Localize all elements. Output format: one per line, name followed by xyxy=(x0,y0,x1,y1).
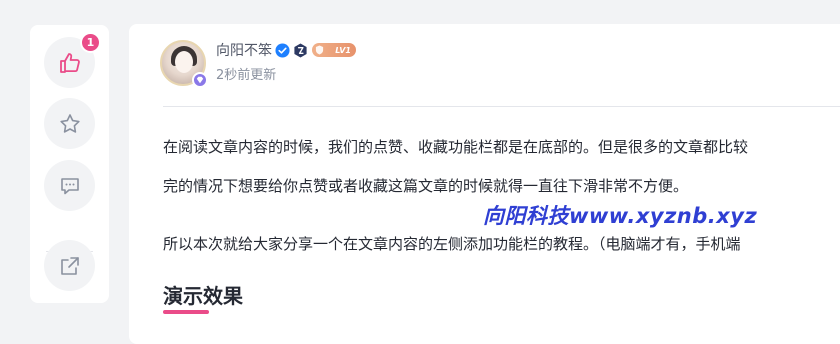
avatar-face xyxy=(175,51,193,73)
like-count-badge: 1 xyxy=(80,32,101,53)
update-time: 2秒前更新 xyxy=(216,68,277,83)
gem-icon xyxy=(192,72,208,88)
verified-icon xyxy=(275,42,290,58)
level-shield-icon xyxy=(315,45,324,55)
share-button[interactable] xyxy=(44,240,95,291)
author-row: 向阳不笨 LV1 xyxy=(216,39,356,61)
like-button[interactable]: 1 xyxy=(44,32,101,88)
heading-underline xyxy=(163,310,209,314)
article-paragraph: 在阅读文章内容的时候，我们的点赞、收藏功能栏都是在底部的。但是很多的文章都比较 xyxy=(163,138,749,156)
thumbs-up-icon xyxy=(58,51,82,75)
star-icon xyxy=(58,112,82,136)
article-paragraph: 完的情况下想要给你点赞或者收藏这篇文章的时候就得一直往下滑非常不方便。 xyxy=(163,177,689,195)
creator-level-icon xyxy=(293,42,308,58)
article-action-sidebar: 1 xyxy=(30,25,109,303)
collect-button[interactable] xyxy=(44,98,95,149)
header-divider xyxy=(163,106,840,107)
article-paragraph: 所以本次就给大家分享一个在文章内容的左侧添加功能栏的教程。（电脑端才有，手机端 xyxy=(163,235,741,253)
section-heading: 演示效果 xyxy=(163,284,243,308)
user-level-badge: LV1 xyxy=(312,43,356,57)
comment-button[interactable] xyxy=(44,160,95,211)
article-card: 向阳不笨 LV1 2秒前更新 在阅读文章内容的时候，我们的点赞、收藏功能栏都是在… xyxy=(129,24,840,344)
author-avatar[interactable] xyxy=(160,40,208,88)
comment-icon xyxy=(58,174,82,198)
user-level-label: LV1 xyxy=(335,45,351,55)
share-icon xyxy=(58,254,82,278)
author-name[interactable]: 向阳不笨 xyxy=(216,40,272,60)
watermark-text: 向阳科技www.xyznb.xyz xyxy=(483,204,758,228)
